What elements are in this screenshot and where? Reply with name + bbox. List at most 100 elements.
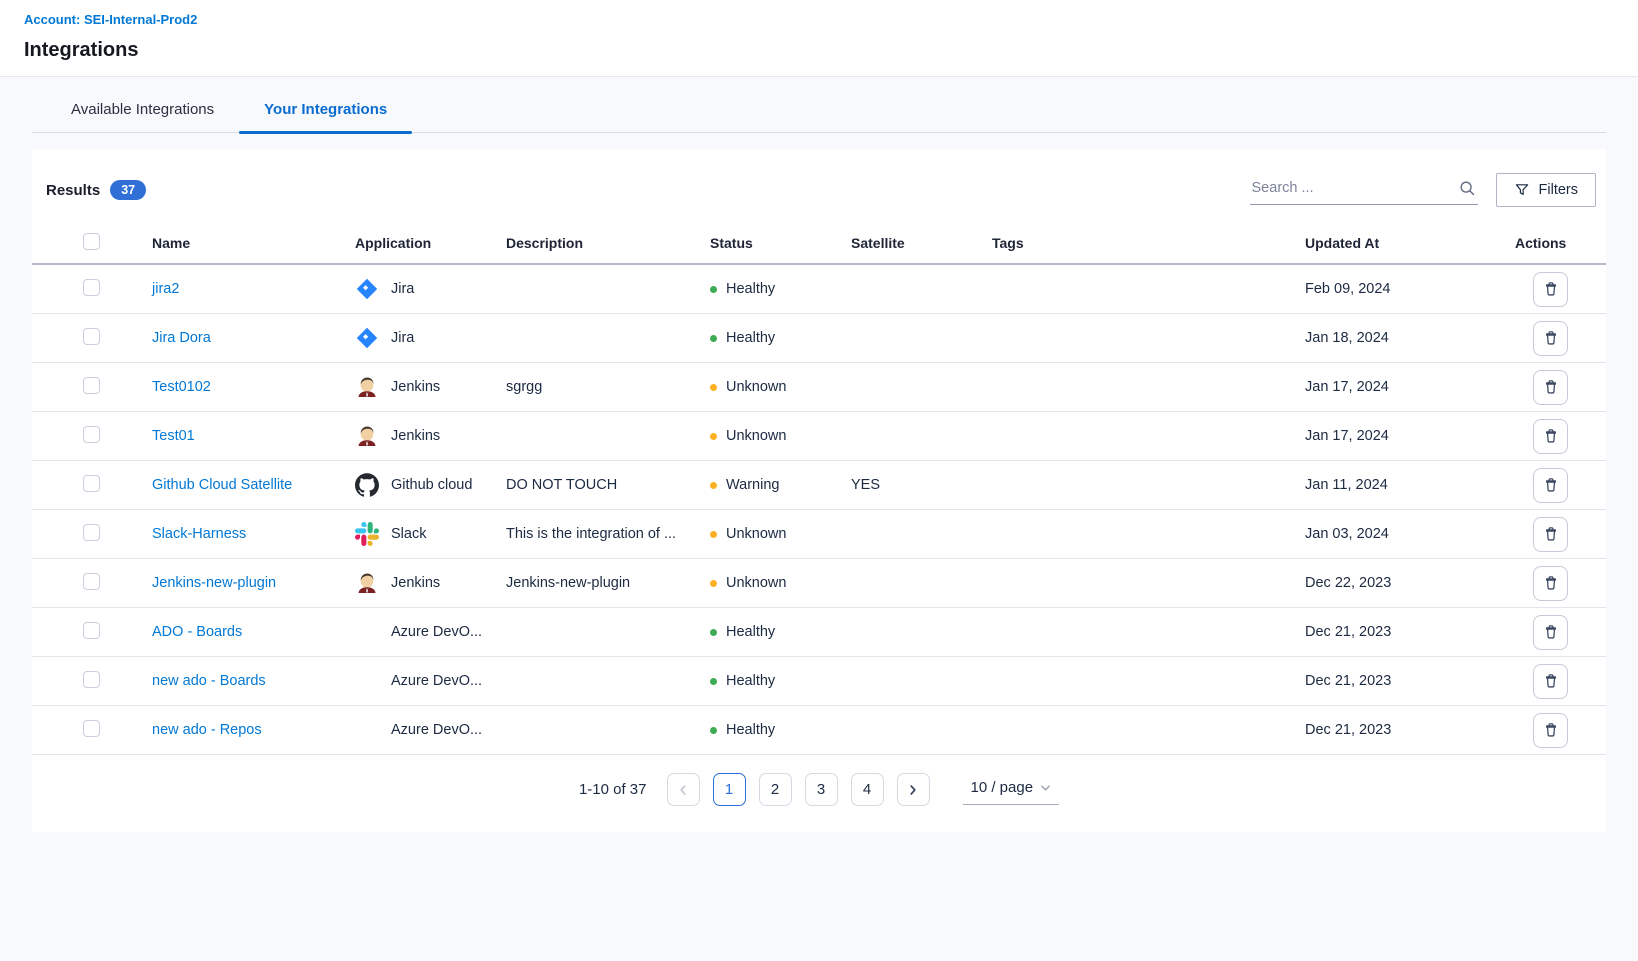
jenkins-icon xyxy=(355,375,379,399)
table-header-row: Name Application Description Status Sate… xyxy=(32,223,1606,265)
slack-icon xyxy=(355,522,379,546)
table-row: new ado - Repos Azure DevO... Healthy De… xyxy=(32,706,1606,755)
row-checkbox[interactable] xyxy=(83,426,100,443)
integration-name-link[interactable]: Jira Dora xyxy=(152,330,211,346)
search-icon xyxy=(1458,179,1476,197)
caret-down-icon xyxy=(1040,784,1051,792)
integration-name-link[interactable]: Jenkins-new-plugin xyxy=(152,575,276,591)
status-label: Healthy xyxy=(726,722,775,738)
jenkins-icon xyxy=(355,571,379,595)
integration-name-link[interactable]: Github Cloud Satellite xyxy=(152,477,292,493)
status-dot xyxy=(710,629,717,636)
tab-strip: Available Integrations Your Integrations xyxy=(32,89,1606,133)
page-button-1[interactable]: 1 xyxy=(713,773,746,806)
row-checkbox[interactable] xyxy=(83,720,100,737)
delete-button[interactable] xyxy=(1533,566,1568,601)
row-checkbox[interactable] xyxy=(83,279,100,296)
column-header-satellite: Satellite xyxy=(851,235,992,251)
status-label: Healthy xyxy=(726,281,775,297)
row-checkbox[interactable] xyxy=(83,328,100,345)
status-label: Warning xyxy=(726,477,779,493)
table-row: new ado - Boards Azure DevO... Healthy D… xyxy=(32,657,1606,706)
jira-icon xyxy=(355,326,379,350)
status-dot xyxy=(710,384,717,391)
row-checkbox[interactable] xyxy=(83,475,100,492)
select-all-checkbox[interactable] xyxy=(83,233,100,250)
row-checkbox[interactable] xyxy=(83,573,100,590)
column-header-application: Application xyxy=(355,235,506,251)
updated-at-value: Jan 11, 2024 xyxy=(1305,477,1515,493)
column-header-actions: Actions xyxy=(1515,235,1606,251)
jira-icon xyxy=(355,277,379,301)
integration-name-link[interactable]: Test01 xyxy=(152,428,195,444)
integration-name-link[interactable]: Test0102 xyxy=(152,379,211,395)
row-checkbox[interactable] xyxy=(83,377,100,394)
azuredevops-icon xyxy=(355,620,379,644)
delete-button[interactable] xyxy=(1533,321,1568,356)
integration-name-link[interactable]: jira2 xyxy=(152,281,179,297)
application-label: Azure DevO... xyxy=(391,722,482,738)
next-page-button[interactable] xyxy=(897,773,930,806)
search-input[interactable] xyxy=(1252,180,1452,196)
status-label: Healthy xyxy=(726,330,775,346)
account-breadcrumb-link[interactable]: Account: SEI-Internal-Prod2 xyxy=(24,12,197,28)
page-size-select[interactable]: 10 / page xyxy=(963,774,1060,805)
delete-button[interactable] xyxy=(1533,664,1568,699)
filters-button[interactable]: Filters xyxy=(1496,173,1596,207)
row-checkbox[interactable] xyxy=(83,671,100,688)
integration-name-link[interactable]: new ado - Repos xyxy=(152,722,262,738)
tab-your-integrations[interactable]: Your Integrations xyxy=(239,89,412,132)
table-row: Github Cloud Satellite Github cloud DO N… xyxy=(32,461,1606,510)
status-label: Unknown xyxy=(726,575,786,591)
page-button-3[interactable]: 3 xyxy=(805,773,838,806)
application-label: Jenkins xyxy=(391,575,440,591)
updated-at-value: Jan 17, 2024 xyxy=(1305,428,1515,444)
application-label: Azure DevO... xyxy=(391,624,482,640)
row-checkbox[interactable] xyxy=(83,524,100,541)
page-size-label: 10 / page xyxy=(971,779,1034,796)
updated-at-value: Jan 17, 2024 xyxy=(1305,379,1515,395)
updated-at-value: Dec 21, 2023 xyxy=(1305,722,1515,738)
application-label: Azure DevO... xyxy=(391,673,482,689)
integration-name-link[interactable]: ADO - Boards xyxy=(152,624,242,640)
github-icon xyxy=(355,473,379,497)
azuredevops-icon xyxy=(355,669,379,693)
delete-button[interactable] xyxy=(1533,468,1568,503)
status-label: Healthy xyxy=(726,624,775,640)
delete-button[interactable] xyxy=(1533,419,1568,454)
delete-button[interactable] xyxy=(1533,370,1568,405)
status-label: Unknown xyxy=(726,526,786,542)
previous-page-button[interactable] xyxy=(667,773,700,806)
table-row: ADO - Boards Azure DevO... Healthy Dec 2… xyxy=(32,608,1606,657)
delete-button[interactable] xyxy=(1533,272,1568,307)
page-title: Integrations xyxy=(24,37,1614,63)
column-header-status: Status xyxy=(710,235,851,251)
chevron-left-icon xyxy=(677,783,689,797)
integration-name-link[interactable]: new ado - Boards xyxy=(152,673,266,689)
azuredevops-icon xyxy=(355,718,379,742)
top-header: Account: SEI-Internal-Prod2 Integrations xyxy=(0,0,1638,77)
column-header-description: Description xyxy=(506,235,710,251)
updated-at-value: Dec 21, 2023 xyxy=(1305,624,1515,640)
updated-at-value: Jan 03, 2024 xyxy=(1305,526,1515,542)
delete-button[interactable] xyxy=(1533,713,1568,748)
delete-button[interactable] xyxy=(1533,517,1568,552)
table-row: Slack-Harness Slack This is the integrat… xyxy=(32,510,1606,559)
application-label: Jira xyxy=(391,281,414,297)
page-button-4[interactable]: 4 xyxy=(851,773,884,806)
updated-at-value: Feb 09, 2024 xyxy=(1305,281,1515,297)
delete-button[interactable] xyxy=(1533,615,1568,650)
tab-available-integrations[interactable]: Available Integrations xyxy=(46,89,239,132)
column-header-tags: Tags xyxy=(992,235,1305,251)
status-label: Unknown xyxy=(726,428,786,444)
application-label: Jira xyxy=(391,330,414,346)
page-button-2[interactable]: 2 xyxy=(759,773,792,806)
status-dot xyxy=(710,482,717,489)
row-checkbox[interactable] xyxy=(83,622,100,639)
results-label: Results xyxy=(46,182,100,199)
integration-name-link[interactable]: Slack-Harness xyxy=(152,526,246,542)
table-row: Jenkins-new-plugin Jenkins Jenkins-new-p… xyxy=(32,559,1606,608)
chevron-right-icon xyxy=(907,783,919,797)
status-dot xyxy=(710,678,717,685)
status-dot xyxy=(710,727,717,734)
